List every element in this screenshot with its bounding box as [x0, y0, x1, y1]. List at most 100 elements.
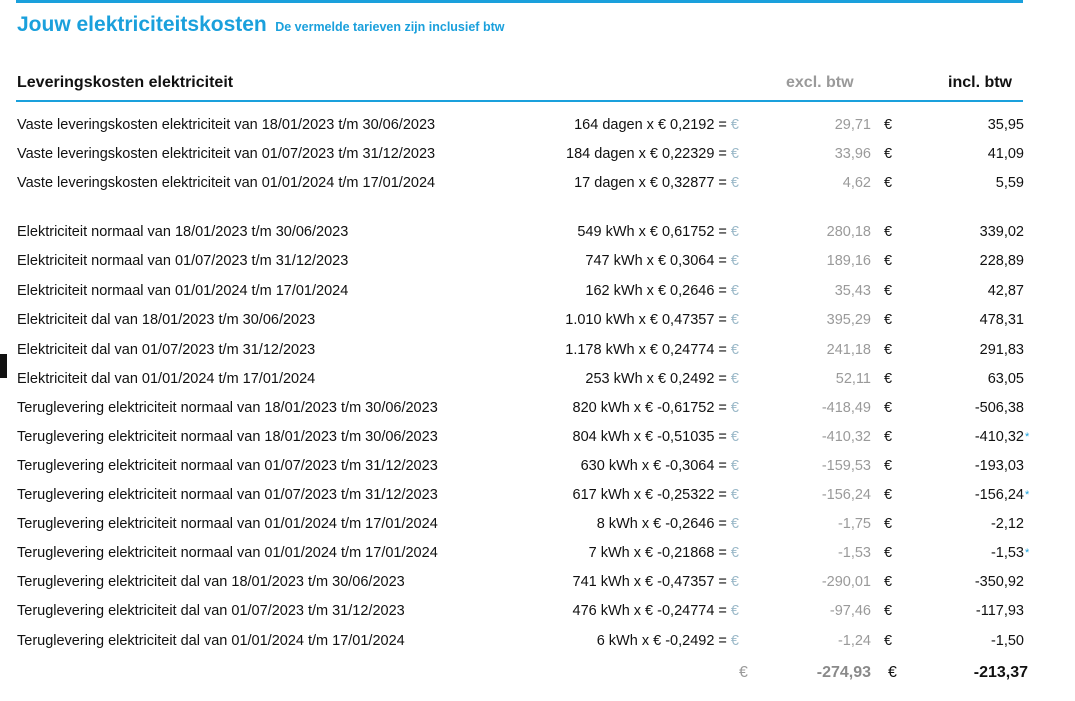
row-currency-incl: €: [884, 429, 893, 445]
table-row: Teruglevering elektriciteit normaal van …: [0, 513, 1075, 535]
row-currency-excl: €: [730, 371, 739, 387]
table-row: Teruglevering elektriciteit normaal van …: [0, 484, 1075, 506]
table-row: Elektriciteit dal van 01/07/2023 t/m 31/…: [0, 339, 1075, 361]
table-row: Elektriciteit dal van 01/01/2024 t/m 17/…: [0, 368, 1075, 390]
row-calculation-text: 617 kWh x € -0,25322 =: [572, 487, 731, 503]
table-row: Teruglevering elektriciteit dal van 18/0…: [0, 571, 1075, 593]
row-footnote-marker: *: [1025, 489, 1030, 501]
row-currency-excl: €: [730, 253, 739, 269]
row-label: Elektriciteit dal van 01/07/2023 t/m 31/…: [17, 342, 316, 358]
row-label: Teruglevering elektriciteit normaal van …: [17, 400, 438, 416]
row-footnote-marker: *: [1025, 431, 1030, 443]
row-calculation: 476 kWh x € -0,24774 = €: [573, 600, 739, 622]
row-calculation: 741 kWh x € -0,47357 = €: [573, 571, 739, 593]
row-calculation-text: 164 dagen x € 0,2192 =: [574, 117, 731, 133]
row-amount-excl: 395,29: [826, 312, 871, 328]
row-label: Elektriciteit normaal van 18/01/2023 t/m…: [17, 224, 349, 240]
row-calculation-text: 1.178 kWh x € 0,24774 =: [565, 342, 731, 358]
row-calculation: 6 kWh x € -0,2492 = €: [597, 630, 739, 652]
row-calculation: 617 kWh x € -0,25322 = €: [573, 484, 739, 506]
table-row: Elektriciteit normaal van 01/01/2024 t/m…: [0, 280, 1075, 302]
total-incl: -213,37: [973, 664, 1028, 681]
row-currency-incl: €: [884, 371, 893, 387]
row-currency-excl: €: [730, 429, 739, 445]
row-calculation-text: 1.010 kWh x € 0,47357 =: [565, 312, 731, 328]
row-currency-excl: €: [730, 224, 739, 240]
column-header-excl: excl. btw: [786, 74, 854, 91]
total-row: € -274,93 € -213,37: [0, 660, 1075, 686]
row-amount-excl: 33,96: [834, 146, 871, 162]
row-currency-incl: €: [884, 574, 893, 590]
row-amount-excl: -290,01: [821, 574, 871, 590]
row-currency-incl: €: [884, 400, 893, 416]
row-calculation: 1.178 kWh x € 0,24774 = €: [565, 339, 739, 361]
row-calculation-text: 747 kWh x € 0,3064 =: [585, 253, 731, 269]
row-currency-incl: €: [884, 545, 893, 561]
row-calculation: 747 kWh x € 0,3064 = €: [585, 250, 739, 272]
row-amount-excl: -1,53: [837, 545, 871, 561]
row-currency-excl: €: [730, 633, 739, 649]
row-amount-incl: -506,38: [974, 400, 1024, 416]
row-calculation: 164 dagen x € 0,2192 = €: [574, 114, 739, 136]
row-calculation: 162 kWh x € 0,2646 = €: [585, 280, 739, 302]
row-label: Teruglevering elektriciteit normaal van …: [17, 516, 438, 532]
table-row: Elektriciteit normaal van 01/07/2023 t/m…: [0, 250, 1075, 272]
row-label: Elektriciteit dal van 01/01/2024 t/m 17/…: [17, 371, 316, 387]
row-amount-excl: -156,24: [821, 487, 871, 503]
row-amount-excl: -1,24: [837, 633, 871, 649]
row-currency-incl: €: [884, 117, 893, 133]
row-label: Teruglevering elektriciteit dal van 01/0…: [17, 633, 405, 649]
row-label: Vaste leveringskosten elektriciteit van …: [17, 175, 436, 191]
page-title: Jouw elektriciteitskosten: [17, 13, 267, 36]
table-row: Teruglevering elektriciteit dal van 01/0…: [0, 630, 1075, 652]
row-label: Teruglevering elektriciteit dal van 18/0…: [17, 574, 405, 590]
row-currency-excl: €: [730, 400, 739, 416]
table-row: Teruglevering elektriciteit dal van 01/0…: [0, 600, 1075, 622]
row-currency-incl: €: [884, 312, 893, 328]
row-amount-incl: 63,05: [987, 371, 1024, 387]
row-calculation-text: 820 kWh x € -0,61752 =: [572, 400, 731, 416]
row-amount-excl: 35,43: [834, 283, 871, 299]
total-currency-excl: €: [739, 664, 748, 681]
row-calculation-text: 630 kWh x € -0,3064 =: [580, 458, 731, 474]
row-currency-excl: €: [730, 545, 739, 561]
row-currency-incl: €: [884, 603, 893, 619]
row-label: Elektriciteit dal van 18/01/2023 t/m 30/…: [17, 312, 316, 328]
row-currency-excl: €: [730, 146, 739, 162]
row-currency-excl: €: [730, 603, 739, 619]
row-calculation-text: 184 dagen x € 0,22329 =: [566, 146, 731, 162]
row-currency-excl: €: [730, 516, 739, 532]
row-label: Elektriciteit normaal van 01/01/2024 t/m…: [17, 283, 349, 299]
table-row: Elektriciteit dal van 18/01/2023 t/m 30/…: [0, 309, 1075, 331]
row-label: Teruglevering elektriciteit normaal van …: [17, 458, 438, 474]
row-currency-incl: €: [884, 633, 893, 649]
row-currency-incl: €: [884, 253, 893, 269]
row-calculation-text: 476 kWh x € -0,24774 =: [572, 603, 731, 619]
row-calculation: 17 dagen x € 0,32877 = €: [574, 172, 739, 194]
header-divider: [16, 100, 1023, 102]
page-title-block: Jouw elektriciteitskosten De vermelde ta…: [17, 13, 504, 37]
top-accent-bar: [16, 0, 1023, 3]
row-label: Teruglevering elektriciteit normaal van …: [17, 545, 438, 561]
row-currency-incl: €: [884, 487, 893, 503]
row-currency-incl: €: [884, 516, 893, 532]
row-amount-incl: 41,09: [987, 146, 1024, 162]
table-row: Teruglevering elektriciteit normaal van …: [0, 542, 1075, 564]
row-label: Teruglevering elektriciteit dal van 01/0…: [17, 603, 405, 619]
total-currency-incl: €: [888, 664, 897, 681]
row-amount-incl: -156,24: [974, 487, 1024, 503]
row-currency-incl: €: [884, 146, 893, 162]
row-calculation-text: 162 kWh x € 0,2646 =: [585, 283, 731, 299]
row-footnote-marker: *: [1025, 547, 1030, 559]
page-subtitle: De vermelde tarieven zijn inclusief btw: [275, 20, 505, 34]
row-calculation-text: 253 kWh x € 0,2492 =: [585, 371, 731, 387]
row-amount-incl: -350,92: [974, 574, 1024, 590]
row-calculation-text: 17 dagen x € 0,32877 =: [574, 175, 731, 191]
row-label: Vaste leveringskosten elektriciteit van …: [17, 146, 436, 162]
row-calculation-text: 741 kWh x € -0,47357 =: [572, 574, 731, 590]
row-amount-incl: 5,59: [995, 175, 1024, 191]
table-row: Elektriciteit normaal van 18/01/2023 t/m…: [0, 221, 1075, 243]
row-calculation-text: 549 kWh x € 0,61752 =: [577, 224, 731, 240]
row-currency-incl: €: [884, 224, 893, 240]
row-calculation: 8 kWh x € -0,2646 = €: [597, 513, 739, 535]
